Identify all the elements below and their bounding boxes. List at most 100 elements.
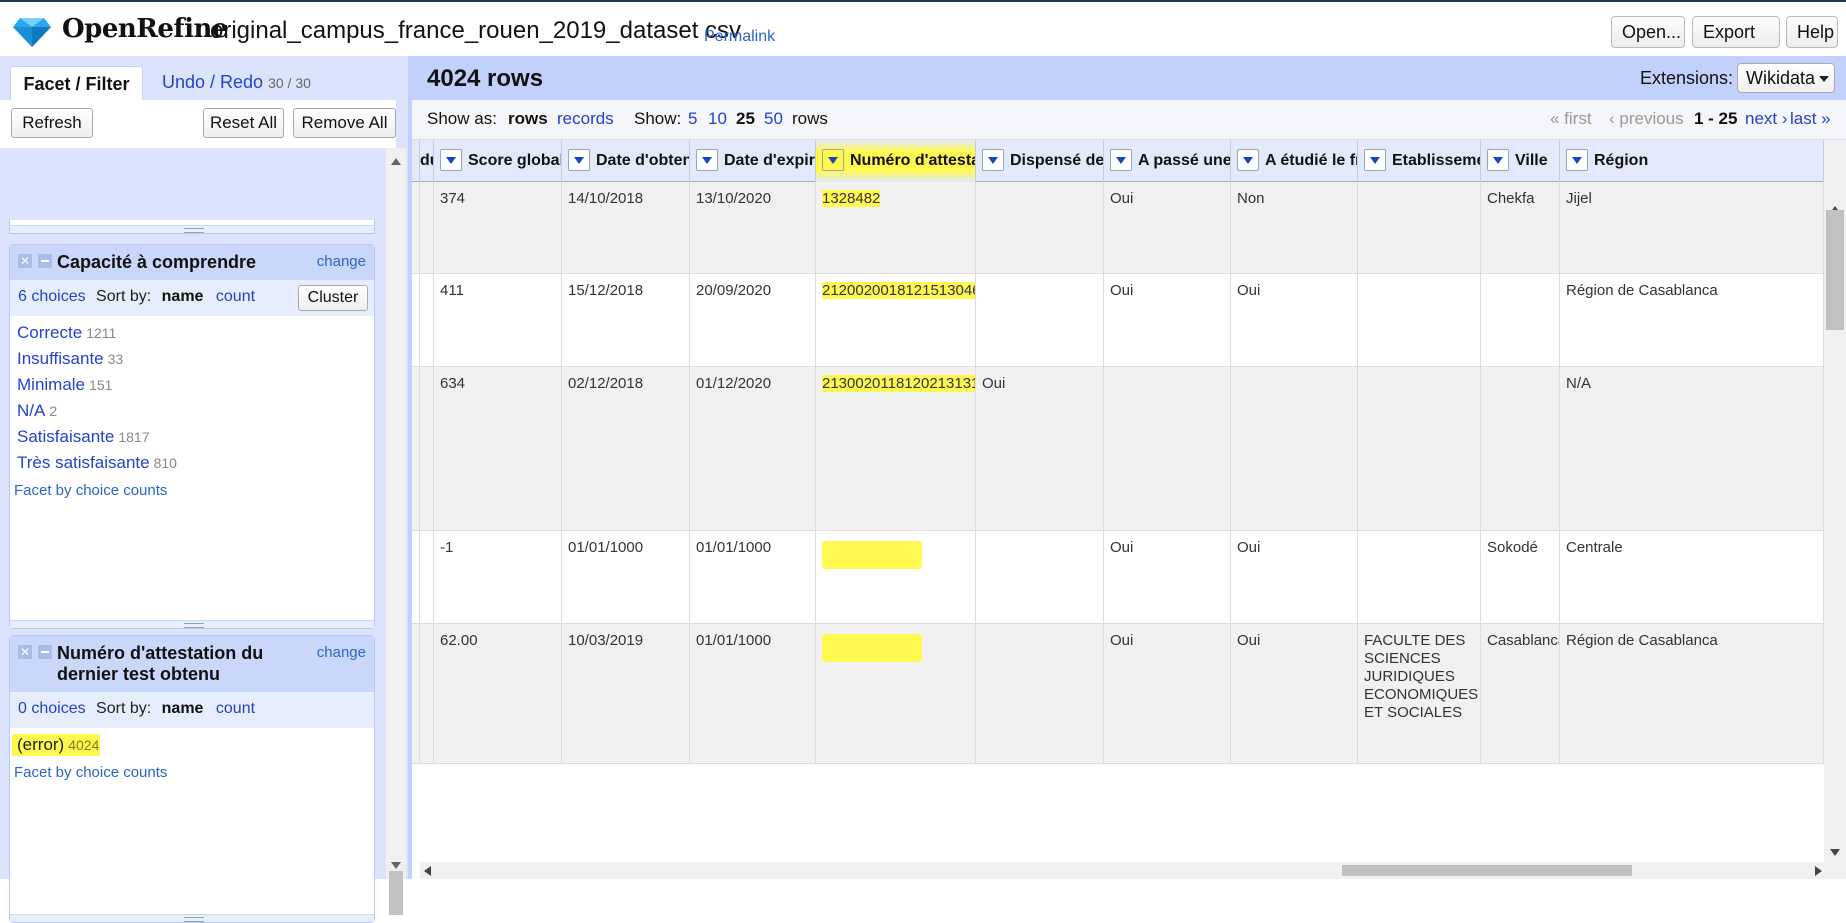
column-header[interactable]: Dispensé de cer [976, 140, 1104, 182]
table-cell[interactable]: 374 [434, 182, 562, 273]
column-header[interactable]: Région [1560, 140, 1824, 182]
table-cell[interactable]: Sokodé [1481, 531, 1560, 623]
page-size-5[interactable]: 5 [688, 109, 697, 129]
table-cell[interactable]: Non [1231, 182, 1358, 273]
table-cell[interactable] [1231, 367, 1358, 530]
minimize-icon[interactable] [38, 645, 52, 659]
table-cell[interactable]: 15/12/2018 [562, 274, 690, 366]
first-page-link[interactable]: « first [1550, 109, 1592, 129]
column-header[interactable]: Etablissement [1358, 140, 1481, 182]
table-cell[interactable]: Jijel [1560, 182, 1824, 273]
column-header[interactable]: Ville [1481, 140, 1560, 182]
column-header[interactable]: du [420, 140, 434, 182]
table-cell[interactable]: Oui [1231, 274, 1358, 366]
tab-facet-filter[interactable]: Facet / Filter [10, 66, 143, 100]
column-menu-icon[interactable] [982, 148, 1004, 171]
column-menu-icon[interactable] [696, 148, 718, 171]
show-as-records[interactable]: records [557, 109, 614, 129]
table-cell[interactable] [976, 624, 1104, 763]
openrefine-diamond-icon[interactable] [12, 16, 52, 48]
close-icon[interactable]: ✕ [18, 254, 32, 268]
remove-all-button[interactable]: Remove All [293, 108, 396, 138]
column-header[interactable]: A étudié le franç [1231, 140, 1358, 182]
tab-undo-redo[interactable]: Undo / Redo 30 / 30 [162, 72, 311, 93]
facet-choices-count[interactable]: 0 choices [18, 700, 86, 717]
facet-resize-grip[interactable] [10, 620, 374, 628]
column-menu-icon[interactable] [1110, 148, 1132, 171]
table-cell[interactable] [1358, 531, 1481, 623]
table-cell[interactable]: Oui [1104, 531, 1231, 623]
page-size-50[interactable]: 50 [764, 109, 783, 129]
table-cell[interactable]: 634 [434, 367, 562, 530]
table-cell[interactable]: 21300201181202131317 [816, 367, 976, 530]
column-header[interactable]: A passé une par [1104, 140, 1231, 182]
table-cell[interactable]: 13/10/2020 [690, 182, 816, 273]
sort-name-option[interactable]: name [162, 700, 204, 717]
column-menu-icon[interactable] [1566, 148, 1588, 171]
close-icon[interactable]: ✕ [18, 645, 32, 659]
table-cell[interactable] [420, 531, 434, 623]
table-cell[interactable]: FACULTE DES SCIENCES JURIDIQUES ECONOMIQ… [1358, 624, 1481, 763]
permalink-link[interactable]: Permalink [704, 28, 775, 46]
minimize-icon[interactable] [38, 254, 52, 268]
facet-choice[interactable]: Insuffisante 33 [10, 346, 374, 372]
table-cell[interactable]: Oui [1231, 531, 1358, 623]
scroll-down-icon[interactable] [391, 862, 401, 869]
table-cell[interactable] [420, 274, 434, 366]
table-cell[interactable]: Oui [1104, 274, 1231, 366]
facet-choice[interactable]: N/A 2 [10, 398, 374, 424]
table-cell[interactable] [976, 274, 1104, 366]
reset-all-button[interactable]: Reset All [203, 108, 284, 138]
column-header[interactable]: Date d'expiration [690, 140, 816, 182]
column-menu-icon[interactable] [440, 148, 462, 171]
table-cell[interactable]: 01/01/1000 [562, 531, 690, 623]
previous-page-link[interactable]: ‹ previous [1609, 109, 1684, 129]
scroll-up-icon[interactable] [391, 158, 401, 165]
next-page-link[interactable]: next › [1745, 109, 1788, 129]
table-cell[interactable]: 14/10/2018 [562, 182, 690, 273]
facet-change-link[interactable]: change [317, 644, 366, 661]
table-cell[interactable]: 01/12/2020 [690, 367, 816, 530]
vertical-scrollbar[interactable] [1824, 140, 1846, 862]
scroll-left-icon[interactable] [424, 866, 431, 876]
table-cell[interactable]: 01/01/1000 [690, 624, 816, 763]
facet-choices-count[interactable]: 6 choices [18, 288, 86, 305]
table-cell[interactable] [1358, 274, 1481, 366]
table-cell[interactable] [1358, 367, 1481, 530]
table-cell[interactable] [1104, 367, 1231, 530]
table-cell[interactable]: 10/03/2019 [562, 624, 690, 763]
table-cell[interactable]: 21200200181215130462 [816, 274, 976, 366]
wikidata-menu-button[interactable]: Wikidata [1737, 63, 1835, 93]
column-menu-icon[interactable] [822, 148, 844, 171]
table-cell[interactable]: -1 [434, 531, 562, 623]
table-cell[interactable]: Oui [1104, 624, 1231, 763]
table-cell[interactable]: 1328482 [816, 182, 976, 273]
table-cell[interactable] [420, 367, 434, 530]
facet-choice[interactable]: Correcte 1211 [10, 320, 374, 346]
open-button[interactable]: Open... [1611, 16, 1685, 48]
column-menu-icon[interactable] [1237, 148, 1259, 171]
table-cell[interactable] [420, 624, 434, 763]
facet-by-choice-counts-link[interactable]: Facet by choice counts [10, 482, 374, 499]
project-name[interactable]: original_campus_france_rouen_2019_datase… [210, 17, 741, 45]
facet-by-choice-counts-link[interactable]: Facet by choice counts [10, 764, 374, 781]
table-cell[interactable]: Oui [1104, 182, 1231, 273]
facet-choice[interactable]: Minimale 151 [10, 372, 374, 398]
table-cell[interactable] [816, 531, 976, 623]
left-scrollbar[interactable] [386, 148, 406, 915]
refresh-button[interactable]: Refresh [11, 108, 93, 138]
table-cell[interactable]: 411 [434, 274, 562, 366]
table-cell[interactable]: 20/09/2020 [690, 274, 816, 366]
table-cell[interactable]: Région de Casablanca [1560, 274, 1824, 366]
page-size-25[interactable]: 25 [736, 109, 755, 129]
facet-resize-grip[interactable] [9, 220, 375, 234]
column-menu-icon[interactable] [1487, 148, 1509, 171]
table-cell[interactable]: Centrale [1560, 531, 1824, 623]
table-cell[interactable]: 02/12/2018 [562, 367, 690, 530]
horizontal-scrollbar[interactable] [420, 862, 1846, 879]
table-cell[interactable] [976, 531, 1104, 623]
table-cell[interactable] [816, 624, 976, 763]
page-size-10[interactable]: 10 [708, 109, 727, 129]
column-menu-icon[interactable] [568, 148, 590, 171]
show-as-rows[interactable]: rows [508, 109, 548, 129]
